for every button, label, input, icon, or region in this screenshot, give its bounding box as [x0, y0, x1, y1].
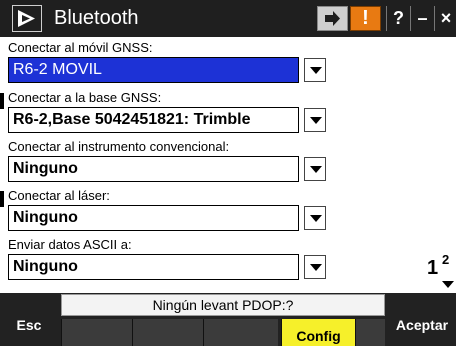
chevron-down-icon[interactable] [304, 157, 326, 181]
connection-arrow-icon[interactable] [317, 6, 348, 31]
page-total: 2 [442, 252, 450, 267]
softkey-slot[interactable] [132, 319, 203, 346]
laser-select[interactable]: Ninguno [8, 205, 326, 231]
edge-marker [0, 191, 4, 207]
aceptar-button[interactable]: Aceptar [388, 293, 456, 346]
laser-label: Conectar al láser: [8, 188, 110, 203]
page-indicator[interactable]: 1 2 [425, 251, 456, 291]
minimize-button[interactable]: – [410, 6, 434, 31]
conventional-instrument-select[interactable]: Ninguno [8, 156, 326, 182]
esc-button[interactable]: Esc [0, 293, 58, 346]
chevron-down-icon[interactable] [304, 255, 326, 279]
gnss-base-select[interactable]: R6-2,Base 5042451821: Trimble [8, 107, 326, 133]
gnss-rover-label: Conectar al móvil GNSS: [8, 40, 153, 55]
conventional-instrument-label: Conectar al instrumento convencional: [8, 139, 230, 154]
bottom-softkey-bar: Esc Ningún levant PDOP:? Config Aceptar [0, 293, 456, 346]
chevron-down-icon[interactable] [304, 108, 326, 132]
bluetooth-settings-form: Conectar al móvil GNSS: R6-2 MOVIL Conec… [0, 37, 456, 293]
warning-button[interactable]: ! [350, 6, 381, 31]
page-current: 1 [427, 257, 439, 279]
status-bar: Ningún levant PDOP:? [61, 294, 385, 316]
gnss-base-value[interactable]: R6-2,Base 5042451821: Trimble [8, 107, 299, 133]
page-down-icon[interactable] [442, 281, 454, 288]
close-button[interactable]: × [434, 6, 456, 31]
softkey-slot[interactable] [203, 319, 278, 346]
conventional-instrument-value[interactable]: Ninguno [8, 156, 299, 182]
softkey-slot[interactable] [61, 319, 132, 346]
window-title: Bluetooth [54, 7, 139, 29]
gnss-base-label: Conectar a la base GNSS: [8, 90, 162, 105]
laser-value[interactable]: Ninguno [8, 205, 299, 231]
ascii-output-value[interactable]: Ninguno [8, 254, 299, 280]
chevron-down-icon[interactable] [304, 206, 326, 230]
gnss-rover-select[interactable]: R6-2 MOVIL [8, 57, 326, 83]
gnss-rover-value[interactable]: R6-2 MOVIL [8, 57, 299, 83]
chevron-down-icon[interactable] [304, 58, 326, 82]
title-bar: Bluetooth ! ? – × [0, 0, 456, 37]
ascii-output-select[interactable]: Ninguno [8, 254, 326, 280]
softkey-slot[interactable] [355, 319, 385, 346]
help-button[interactable]: ? [386, 6, 410, 31]
config-button[interactable]: Config [281, 319, 355, 346]
bluetooth-app-icon[interactable] [12, 5, 42, 32]
edge-marker [0, 93, 4, 109]
ascii-output-label: Enviar datos ASCII a: [8, 237, 132, 252]
